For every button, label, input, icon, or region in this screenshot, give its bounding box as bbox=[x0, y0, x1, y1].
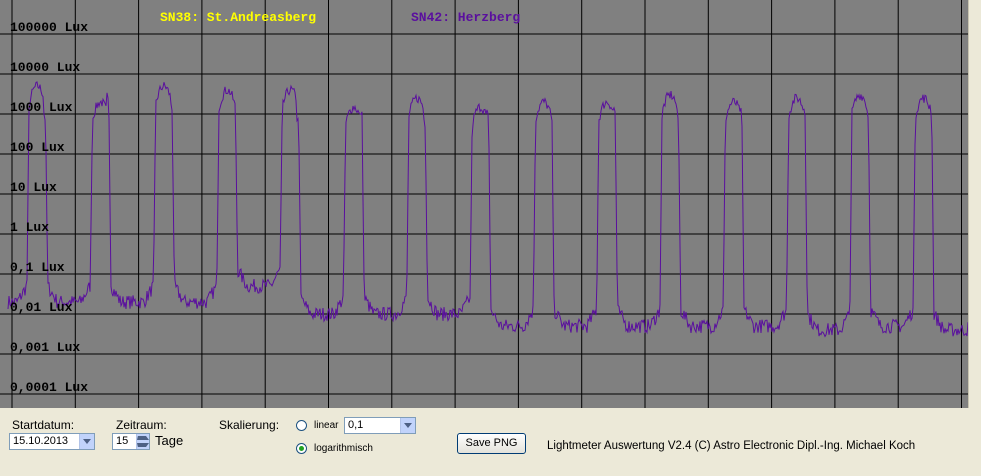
linear-radio[interactable] bbox=[296, 420, 307, 431]
y-tick-label: 100 Lux bbox=[10, 140, 65, 155]
plot-background bbox=[0, 0, 968, 408]
zeitraum-label: Zeitraum: bbox=[116, 418, 167, 432]
chevron-up-icon bbox=[137, 435, 149, 440]
legend-sn42: SN42: Herzberg bbox=[411, 10, 520, 25]
y-tick-label: 10000 Lux bbox=[10, 60, 80, 75]
zeitraum-down-button[interactable] bbox=[136, 441, 149, 449]
lux-chart: 100000 Lux 10000 Lux 1000 Lux 100 Lux 10 Lux… bbox=[0, 0, 968, 408]
linear-scale-dropdown-button[interactable] bbox=[400, 418, 415, 433]
linear-label: linear bbox=[314, 420, 339, 431]
lightmeter-window: 100000 Lux 10000 Lux 1000 Lux 100 Lux 10 Lux… bbox=[0, 0, 981, 476]
chevron-down-icon bbox=[137, 443, 149, 448]
y-tick-label: 0,001 Lux bbox=[10, 340, 80, 355]
startdatum-dropdown-button[interactable] bbox=[79, 434, 94, 449]
y-tick-label: 1000 Lux bbox=[10, 100, 73, 115]
tage-label: Tage bbox=[155, 433, 184, 448]
zeitraum-up-button[interactable] bbox=[136, 434, 149, 442]
y-tick-label: 0,01 Lux bbox=[10, 300, 73, 315]
chevron-down-icon bbox=[404, 423, 412, 428]
right-border bbox=[968, 0, 981, 408]
startdatum-picker[interactable]: 15.10.2013 bbox=[9, 433, 95, 450]
zeitraum-stepper[interactable]: 15 bbox=[112, 433, 150, 450]
startdatum-label: Startdatum: bbox=[12, 418, 75, 432]
skalierung-label: Skalierung: bbox=[219, 418, 280, 432]
chart-svg: 100000 Lux 10000 Lux 1000 Lux 100 Lux 10 Lux… bbox=[0, 0, 968, 408]
y-tick-label: 0,0001 Lux bbox=[10, 380, 88, 395]
linear-scale-value: 0,1 bbox=[348, 419, 364, 431]
y-tick-label: 10 Lux bbox=[10, 180, 57, 195]
save-png-button[interactable]: Save PNG bbox=[457, 433, 526, 454]
zeitraum-value: 15 bbox=[116, 435, 129, 447]
startdatum-value: 15.10.2013 bbox=[13, 435, 69, 447]
linear-scale-select[interactable]: 0,1 bbox=[344, 417, 416, 434]
y-tick-label: 1 Lux bbox=[10, 220, 49, 235]
logarithmisch-radio[interactable] bbox=[296, 443, 307, 454]
y-tick-label: 100000 Lux bbox=[10, 20, 88, 35]
y-tick-label: 0,1 Lux bbox=[10, 260, 65, 275]
legend-sn38: SN38: St.Andreasberg bbox=[160, 10, 316, 25]
logarithmisch-label: logarithmisch bbox=[314, 443, 373, 454]
credits-text: Lightmeter Auswertung V2.4 (C) Astro Ele… bbox=[547, 440, 916, 452]
chevron-down-icon bbox=[83, 439, 91, 444]
